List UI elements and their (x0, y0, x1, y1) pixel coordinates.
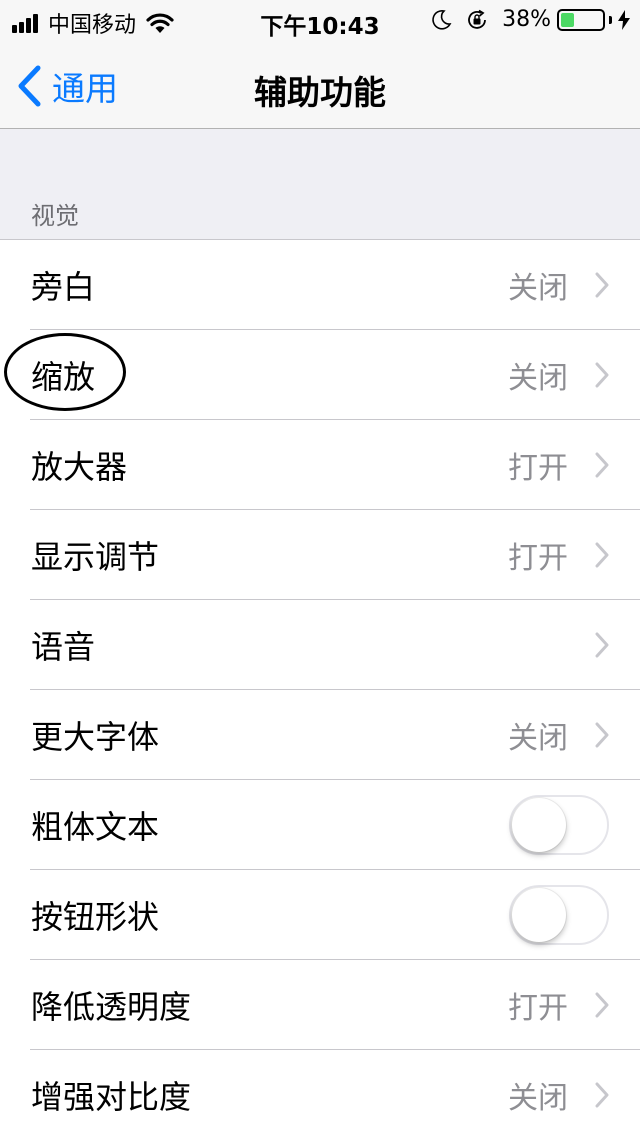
settings-row[interactable]: 语音 (0, 600, 640, 690)
section-header-vision: 视觉 (31, 202, 79, 230)
settings-row[interactable]: 放大器 打开 (0, 420, 640, 510)
charging-bolt-icon (618, 9, 630, 30)
settings-row[interactable]: 缩放 关闭 (0, 330, 640, 420)
battery-cap (609, 15, 612, 24)
row-label: 缩放 (31, 358, 96, 396)
row-label: 粗体文本 (31, 808, 160, 846)
settings-row: 按钮形状 (0, 870, 640, 960)
settings-row[interactable]: 旁白 关闭 (0, 240, 640, 330)
toggle-knob (512, 798, 566, 852)
row-value: 打开 (508, 541, 568, 576)
page-title: 辅助功能 (254, 73, 386, 112)
chevron-right-icon (595, 1082, 609, 1108)
row-label: 增强对比度 (31, 1078, 192, 1116)
chevron-right-icon (595, 632, 609, 658)
toggle-switch[interactable] (509, 885, 609, 945)
row-value: 打开 (508, 991, 568, 1026)
chevron-right-icon (595, 362, 609, 388)
settings-row[interactable]: 更大字体 关闭 (0, 690, 640, 780)
chevron-right-icon (595, 542, 609, 568)
chevron-right-icon (595, 992, 609, 1018)
row-label: 语音 (31, 628, 96, 666)
orientation-lock-icon (468, 9, 486, 29)
row-value: 关闭 (508, 1081, 568, 1116)
settings-row[interactable]: 显示调节 打开 (0, 510, 640, 600)
battery-fill (561, 12, 574, 27)
moon-icon (432, 9, 452, 30)
row-label: 降低透明度 (31, 988, 192, 1026)
row-label: 更大字体 (31, 718, 160, 756)
settings-list: 旁白 关闭 缩放 关闭 放大器 打开 显示调节 打开 语音 更大字体 关闭 粗体文本 按钮形状 降低透明度… (0, 239, 640, 1140)
battery-percentage: 38% (502, 7, 551, 32)
settings-row[interactable]: 降低透明度 打开 (0, 960, 640, 1050)
toggle-knob (512, 888, 566, 942)
chevron-right-icon (595, 272, 609, 298)
toggle-switch[interactable] (509, 795, 609, 855)
settings-row: 粗体文本 (0, 780, 640, 870)
chevron-right-icon (595, 452, 609, 478)
row-value: 关闭 (508, 721, 568, 756)
row-label: 显示调节 (31, 538, 160, 576)
navigation-bar: 通用 辅助功能 (0, 40, 640, 129)
battery-icon (557, 8, 605, 31)
row-value: 关闭 (508, 361, 568, 396)
status-bar: 中国移动 下午10:43 38% (0, 0, 640, 40)
chevron-right-icon (595, 722, 609, 748)
row-label: 按钮形状 (31, 898, 160, 936)
row-value: 打开 (508, 451, 568, 486)
row-label: 旁白 (31, 268, 96, 306)
status-right: 38% (430, 7, 630, 32)
row-label: 放大器 (31, 448, 128, 486)
settings-row[interactable]: 增强对比度 关闭 (0, 1050, 640, 1140)
row-value: 关闭 (508, 271, 568, 306)
